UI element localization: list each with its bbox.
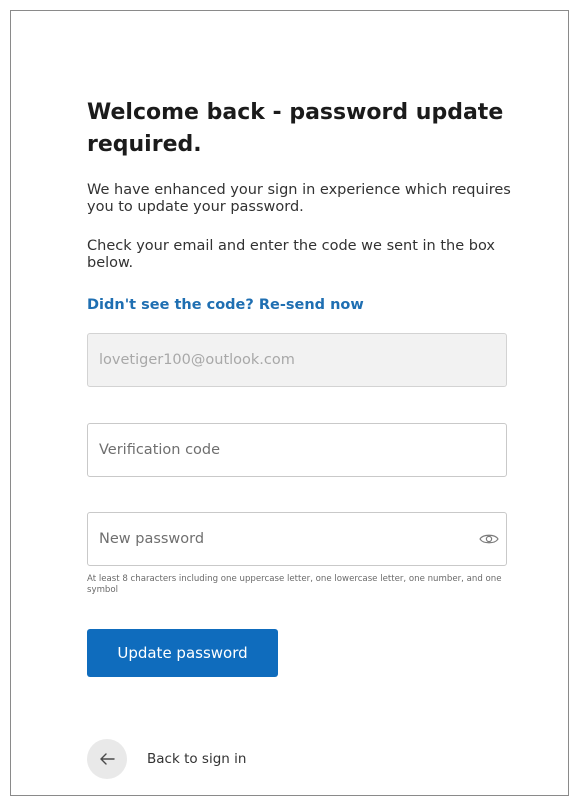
eye-icon[interactable] xyxy=(478,530,500,548)
resend-code-link[interactable]: Didn't see the code? Re-send now xyxy=(87,296,364,314)
page-title: Welcome back - password update required. xyxy=(87,100,504,157)
update-password-button[interactable]: Update password xyxy=(87,629,278,677)
verification-code-input[interactable] xyxy=(88,424,506,476)
sign-in-card: Welcome back - password update required.… xyxy=(10,10,569,796)
arrow-left-icon[interactable] xyxy=(87,739,127,779)
email-input[interactable] xyxy=(88,334,506,386)
new-password-field[interactable] xyxy=(87,512,507,566)
verification-code-field[interactable] xyxy=(87,423,507,477)
back-to-sign-in[interactable]: Back to sign in xyxy=(87,739,246,779)
back-to-sign-in-label: Back to sign in xyxy=(147,751,247,767)
instructions-text: Check your email and enter the code we s… xyxy=(87,238,495,271)
email-field[interactable] xyxy=(87,333,507,387)
password-requirements-hint: At least 8 characters including one uppe… xyxy=(87,574,502,595)
new-password-input[interactable] xyxy=(88,513,506,565)
intro-text: We have enhanced your sign in experience… xyxy=(87,182,511,215)
